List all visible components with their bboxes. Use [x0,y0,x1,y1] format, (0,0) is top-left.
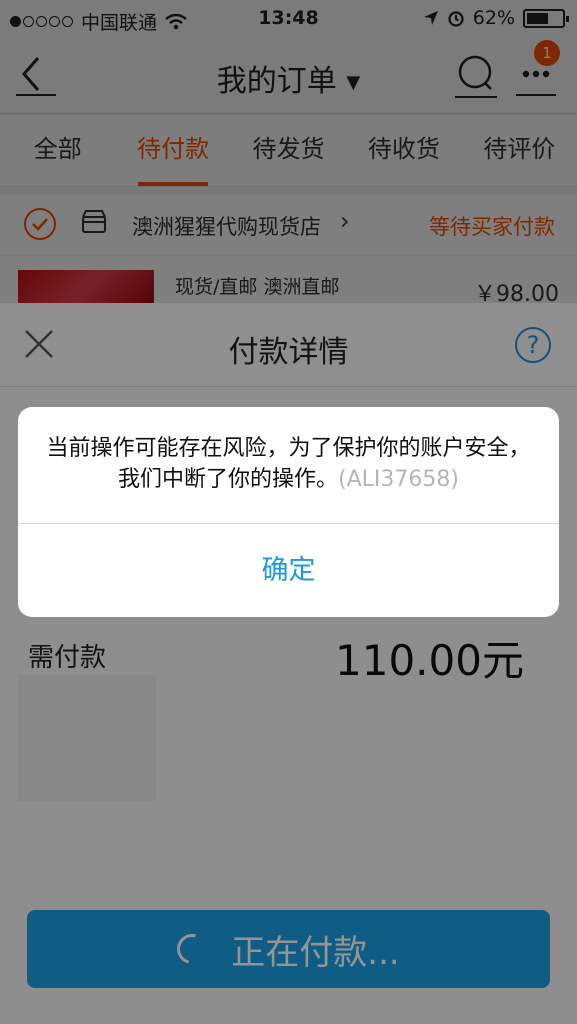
alert-error-code: (ALI37658) [338,467,459,492]
risk-alert-dialog: 当前操作可能存在风险，为了保护你的账户安全，我们中断了你的操作。(ALI3765… [18,407,559,617]
alert-message: 当前操作可能存在风险，为了保护你的账户安全，我们中断了你的操作。(ALI3765… [38,433,539,495]
confirm-button[interactable]: 确定 [18,524,559,617]
